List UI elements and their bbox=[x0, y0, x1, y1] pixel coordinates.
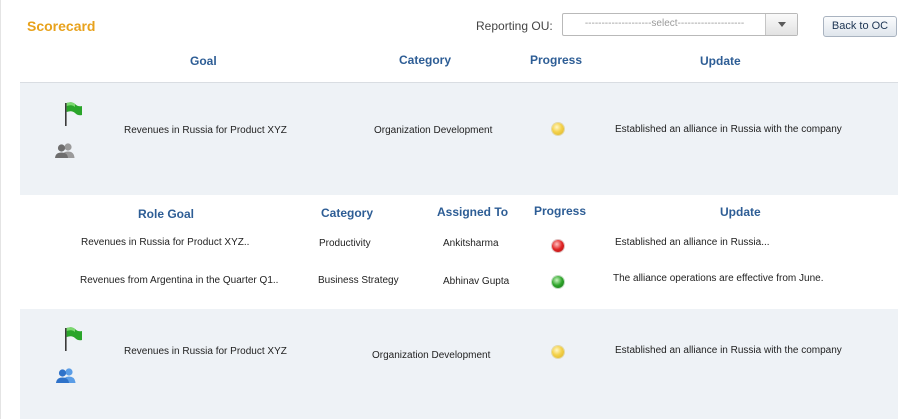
chevron-down-icon bbox=[778, 22, 786, 27]
column-header-role-goal[interactable]: Role Goal bbox=[138, 207, 194, 221]
column-header-progress[interactable]: Progress bbox=[530, 53, 582, 67]
role-goal-name[interactable]: Revenues in Russia for Product XYZ.. bbox=[81, 237, 249, 248]
flag-icon[interactable] bbox=[62, 101, 82, 127]
goal-name[interactable]: Revenues in Russia for Product XYZ bbox=[124, 346, 287, 357]
goal-row[interactable] bbox=[20, 83, 898, 195]
scorecard-panel: Scorecard Reporting OU: ----------------… bbox=[0, 0, 918, 419]
role-goal-assignee[interactable]: Ankitsharma bbox=[443, 238, 499, 249]
column-header-category[interactable]: Category bbox=[399, 53, 451, 67]
goal-update: Established an alliance in Russia with t… bbox=[615, 124, 842, 135]
role-goal-category: Productivity bbox=[319, 238, 371, 249]
team-icon[interactable] bbox=[54, 142, 76, 158]
goal-category: Organization Development bbox=[372, 350, 491, 361]
column-header-role-update[interactable]: Update bbox=[720, 205, 761, 219]
status-green-icon bbox=[552, 276, 564, 288]
status-red-icon bbox=[552, 240, 564, 252]
team-icon[interactable] bbox=[55, 367, 77, 383]
reporting-ou-label: Reporting OU: bbox=[476, 19, 553, 33]
page-title: Scorecard bbox=[27, 18, 96, 34]
status-yellow-icon bbox=[552, 346, 564, 358]
dropdown-button[interactable] bbox=[765, 14, 797, 35]
goal-row[interactable] bbox=[20, 309, 898, 419]
column-header-assigned-to[interactable]: Assigned To bbox=[437, 205, 508, 219]
role-goal-name[interactable]: Revenues from Argentina in the Quarter Q… bbox=[80, 275, 278, 286]
reporting-ou-select[interactable]: --------------------select--------------… bbox=[562, 13, 798, 36]
back-to-oc-button[interactable]: Back to OC bbox=[823, 16, 897, 37]
column-header-role-category[interactable]: Category bbox=[321, 206, 373, 220]
column-header-role-progress[interactable]: Progress bbox=[534, 204, 586, 218]
goal-update: Established an alliance in Russia with t… bbox=[615, 345, 842, 356]
status-yellow-icon bbox=[552, 123, 564, 135]
column-header-goal[interactable]: Goal bbox=[190, 54, 217, 68]
goal-name[interactable]: Revenues in Russia for Product XYZ bbox=[124, 125, 287, 136]
goal-category: Organization Development bbox=[374, 125, 493, 136]
role-goal-update: The alliance operations are effective fr… bbox=[613, 273, 824, 284]
role-goal-update: Established an alliance in Russia... bbox=[615, 237, 770, 248]
column-header-update[interactable]: Update bbox=[700, 54, 741, 68]
reporting-ou-value: --------------------select--------------… bbox=[584, 18, 745, 29]
role-goal-assignee[interactable]: Abhinav Gupta bbox=[443, 276, 509, 287]
role-goal-category: Business Strategy bbox=[318, 275, 399, 286]
flag-icon[interactable] bbox=[62, 326, 82, 352]
